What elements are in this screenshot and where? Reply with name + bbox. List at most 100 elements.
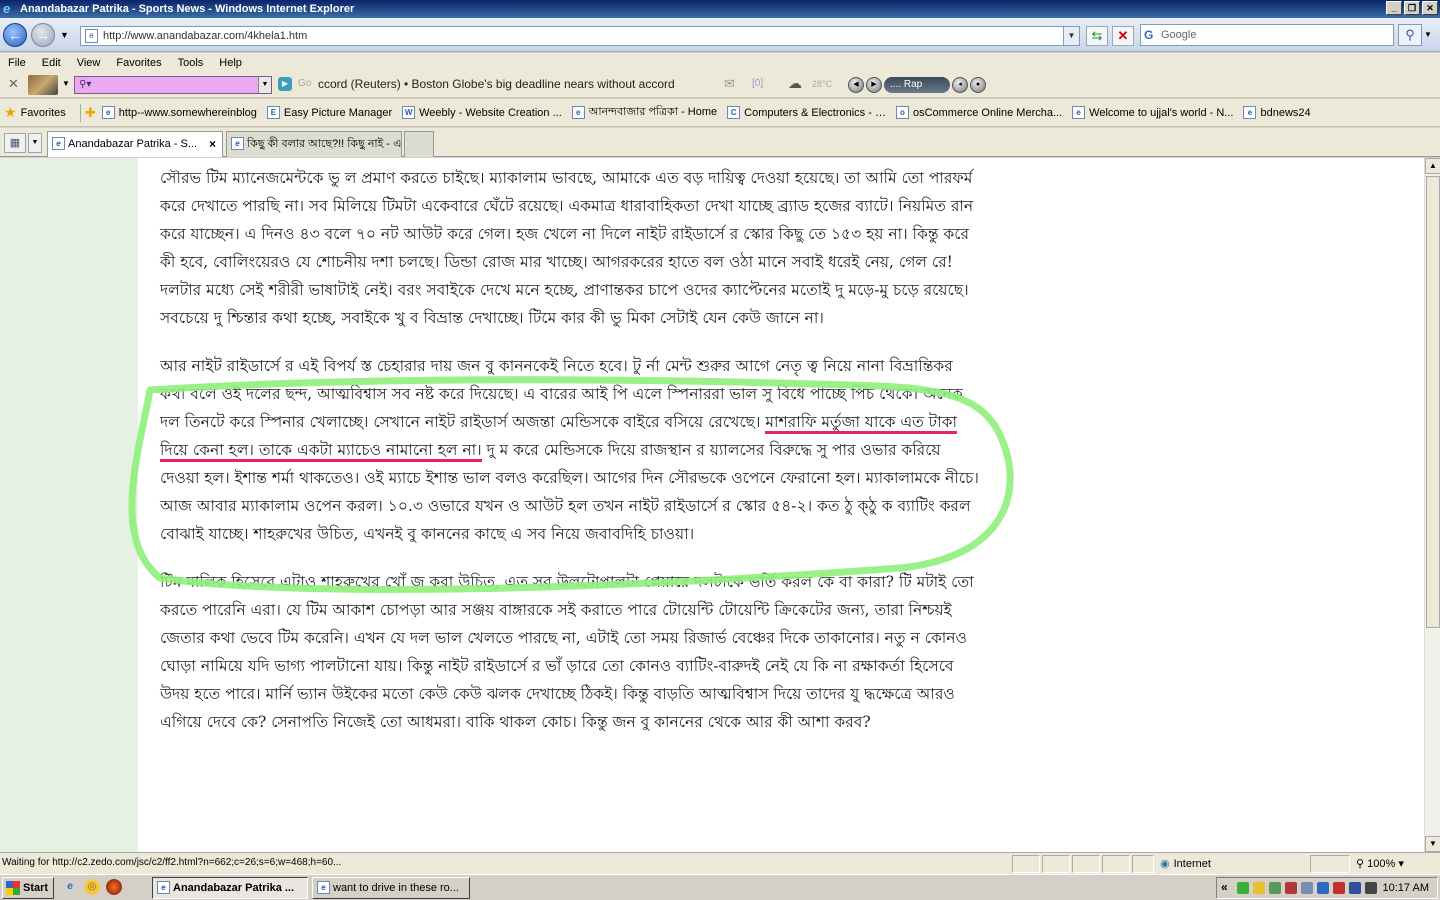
security-tray-icon[interactable] — [1253, 882, 1265, 894]
favorite-item[interactable]: C Computers & Electronics - … — [727, 106, 886, 119]
article-paragraph-3: টিম মালিক হিসেবে এটাও শাহরুখের খোঁ জ করা… — [160, 573, 974, 731]
toolbar-search-input[interactable]: ⚲▾ ▼ — [74, 76, 272, 94]
search-input[interactable]: G Google — [1140, 24, 1394, 46]
mail-count[interactable]: [0] — [752, 78, 763, 89]
toolbar-go-label[interactable]: Go — [298, 78, 311, 89]
maximize-button[interactable]: ❐ — [1404, 1, 1420, 15]
address-dropdown-button[interactable]: ▼ — [1063, 27, 1079, 45]
player-station[interactable]: .... Rap — [884, 77, 950, 93]
ie-window-icon: e — [157, 881, 170, 894]
favorite-item[interactable]: o osCommerce Online Mercha... — [895, 106, 1062, 119]
tab-anandabazar[interactable]: e Anandabazar Patrika - S... × — [47, 131, 223, 157]
menu-file[interactable]: File — [4, 53, 38, 72]
taskbar-window-blog[interactable]: e want to drive in these ro... — [312, 877, 470, 899]
volume-tray-icon[interactable] — [1365, 882, 1377, 894]
status-cell — [1132, 855, 1154, 873]
media-quicklaunch-icon[interactable]: ◎ — [84, 879, 100, 895]
back-button[interactable]: ← — [3, 23, 27, 47]
tab-page-icon: e — [231, 137, 244, 150]
article-paragraph-1: সৌরভ টিম ম্যানেজমেন্টকে ভু ল প্রমাণ করতে… — [160, 169, 974, 327]
forward-button[interactable]: → — [31, 23, 55, 47]
tab-label: কিছু কী বলার আছে?!! কিছু নাই - এক বাগা..… — [247, 138, 402, 150]
network-tray-icon[interactable] — [1269, 882, 1281, 894]
menu-view[interactable]: View — [73, 53, 113, 72]
weather-cloud-icon[interactable]: ☁ — [788, 75, 802, 92]
printer-tray-icon[interactable] — [1301, 882, 1313, 894]
favorite-item[interactable]: e http--www.somewhereinblog — [101, 106, 257, 119]
quick-tabs-icon[interactable]: ▦ — [4, 133, 26, 153]
favorite-label: Welcome to ujjal's world - N... — [1089, 106, 1234, 119]
zoom-level[interactable]: ⚲ 100% ▾ — [1356, 857, 1404, 870]
close-window-button[interactable]: ✕ — [1422, 1, 1438, 15]
player-volume-icon[interactable]: ◂ — [952, 77, 968, 93]
mail-icon[interactable]: ✉ — [724, 76, 735, 92]
task-label: want to drive in these ro... — [333, 882, 459, 894]
favorite-label: Computers & Electronics - … — [744, 106, 886, 119]
favorites-star-icon[interactable]: ★ — [4, 104, 17, 121]
menu-edit[interactable]: Edit — [38, 53, 73, 72]
favorite-page-icon: o — [895, 106, 909, 119]
google-icon: G — [1144, 28, 1154, 42]
address-input[interactable]: e http://www.anandabazar.com/4khela1.htm… — [80, 26, 1080, 46]
scroll-thumb[interactable] — [1426, 176, 1440, 628]
toolbar-search-dropdown[interactable]: ▼ — [258, 77, 271, 93]
menu-favorites[interactable]: Favorites — [112, 53, 173, 72]
window-title-bar: e Anandabazar Patrika - Sports News - Wi… — [0, 0, 1440, 18]
search-options-dropdown[interactable]: ▼ — [1424, 30, 1432, 39]
language-tray-icon[interactable] — [1333, 882, 1345, 894]
zoom-icon: ⚲ — [1356, 858, 1368, 870]
toolbar-logo-dropdown[interactable]: ▼ — [62, 79, 70, 88]
search-placeholder: Google — [1161, 29, 1197, 41]
favorite-label: http--www.somewhereinblog — [118, 106, 257, 119]
favorite-label: Easy Picture Manager — [283, 106, 393, 119]
security-zone[interactable]: ◉ Internet — [1160, 857, 1211, 870]
favorite-item[interactable]: e bdnews24 — [1243, 106, 1311, 119]
close-tab-icon[interactable]: × — [209, 132, 216, 156]
search-button[interactable]: ⚲ — [1398, 24, 1422, 46]
antivirus-tray-icon[interactable] — [1237, 882, 1249, 894]
player-options-icon[interactable]: ● — [970, 77, 986, 93]
minimize-button[interactable]: _ — [1386, 1, 1402, 15]
start-button[interactable]: Start — [2, 877, 54, 899]
favorite-item[interactable]: E Easy Picture Manager — [266, 106, 393, 119]
status-cell — [1042, 855, 1070, 873]
weather-temperature[interactable]: 28°C — [812, 79, 832, 89]
globe-icon: ◉ — [1160, 858, 1170, 870]
favorites-button[interactable]: Favorites — [21, 107, 66, 119]
refresh-button[interactable]: ⇆ — [1086, 26, 1108, 46]
scroll-down-arrow[interactable]: ▼ — [1425, 836, 1440, 852]
add-favorite-icon[interactable]: ✚ — [85, 105, 96, 121]
recent-pages-dropdown[interactable]: ▼ — [60, 30, 69, 40]
tab-list-dropdown[interactable]: ▼ — [28, 133, 42, 153]
scroll-up-arrow[interactable]: ▲ — [1425, 158, 1440, 174]
toolbar-close-icon[interactable]: ✕ — [8, 76, 19, 92]
menu-help[interactable]: Help — [215, 53, 254, 72]
favorite-item[interactable]: e Welcome to ujjal's world - N... — [1072, 106, 1233, 119]
menu-tools[interactable]: Tools — [174, 53, 216, 72]
monitor-tray-icon[interactable] — [1317, 882, 1329, 894]
favorite-page-icon: C — [727, 106, 741, 119]
favorite-item[interactable]: W Weebly - Website Creation ... — [402, 106, 562, 119]
protected-mode-cell[interactable] — [1310, 855, 1350, 873]
ie-quicklaunch-icon[interactable]: e — [62, 879, 78, 895]
vertical-scrollbar[interactable]: ▲ ▼ — [1424, 158, 1440, 852]
system-tray: « 10:17 AM — [1216, 877, 1438, 899]
player-play-icon[interactable]: ▶ — [866, 77, 882, 93]
app-tray-icon[interactable] — [1285, 882, 1297, 894]
news-ticker[interactable]: ccord (Reuters) • Boston Globe's big dea… — [318, 77, 722, 91]
stop-button[interactable]: ✕ — [1112, 26, 1134, 46]
tab-blog[interactable]: e কিছু কী বলার আছে?!! কিছু নাই - এক বাগা… — [226, 131, 402, 157]
toolbar-logo[interactable] — [28, 75, 58, 95]
clock[interactable]: 10:17 AM — [1383, 882, 1429, 894]
status-bar: Waiting for http://c2.zedo.com/jsc/c2/ff… — [0, 852, 1440, 874]
firefox-quicklaunch-icon[interactable] — [106, 879, 122, 895]
address-toolbar: ← → ▼ e http://www.anandabazar.com/4khel… — [0, 18, 1440, 52]
taskbar-window-anandabazar[interactable]: e Anandabazar Patrika ... — [152, 877, 308, 899]
player-prev-icon[interactable]: ◀ — [848, 77, 864, 93]
favorite-item[interactable]: e আনন্দবাজার পত্রিকা - Home — [571, 103, 717, 122]
tray-expand-icon[interactable]: « — [1221, 880, 1228, 894]
new-tab-button[interactable] — [404, 131, 434, 157]
toolbar-go-icon[interactable]: ▶ — [278, 77, 292, 91]
favorite-page-icon: e — [1072, 106, 1086, 119]
bluetooth-tray-icon[interactable] — [1349, 882, 1361, 894]
